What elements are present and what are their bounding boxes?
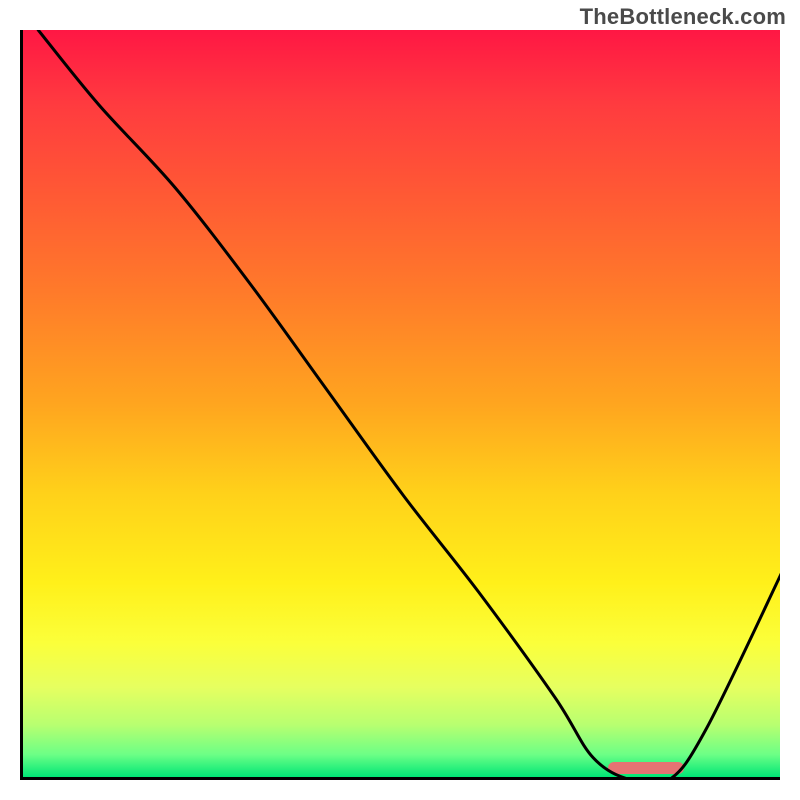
curve-line — [38, 30, 780, 780]
curve-svg — [23, 30, 780, 780]
chart-container: TheBottleneck.com — [0, 0, 800, 800]
plot-area — [20, 30, 780, 780]
watermark-text: TheBottleneck.com — [580, 4, 786, 30]
